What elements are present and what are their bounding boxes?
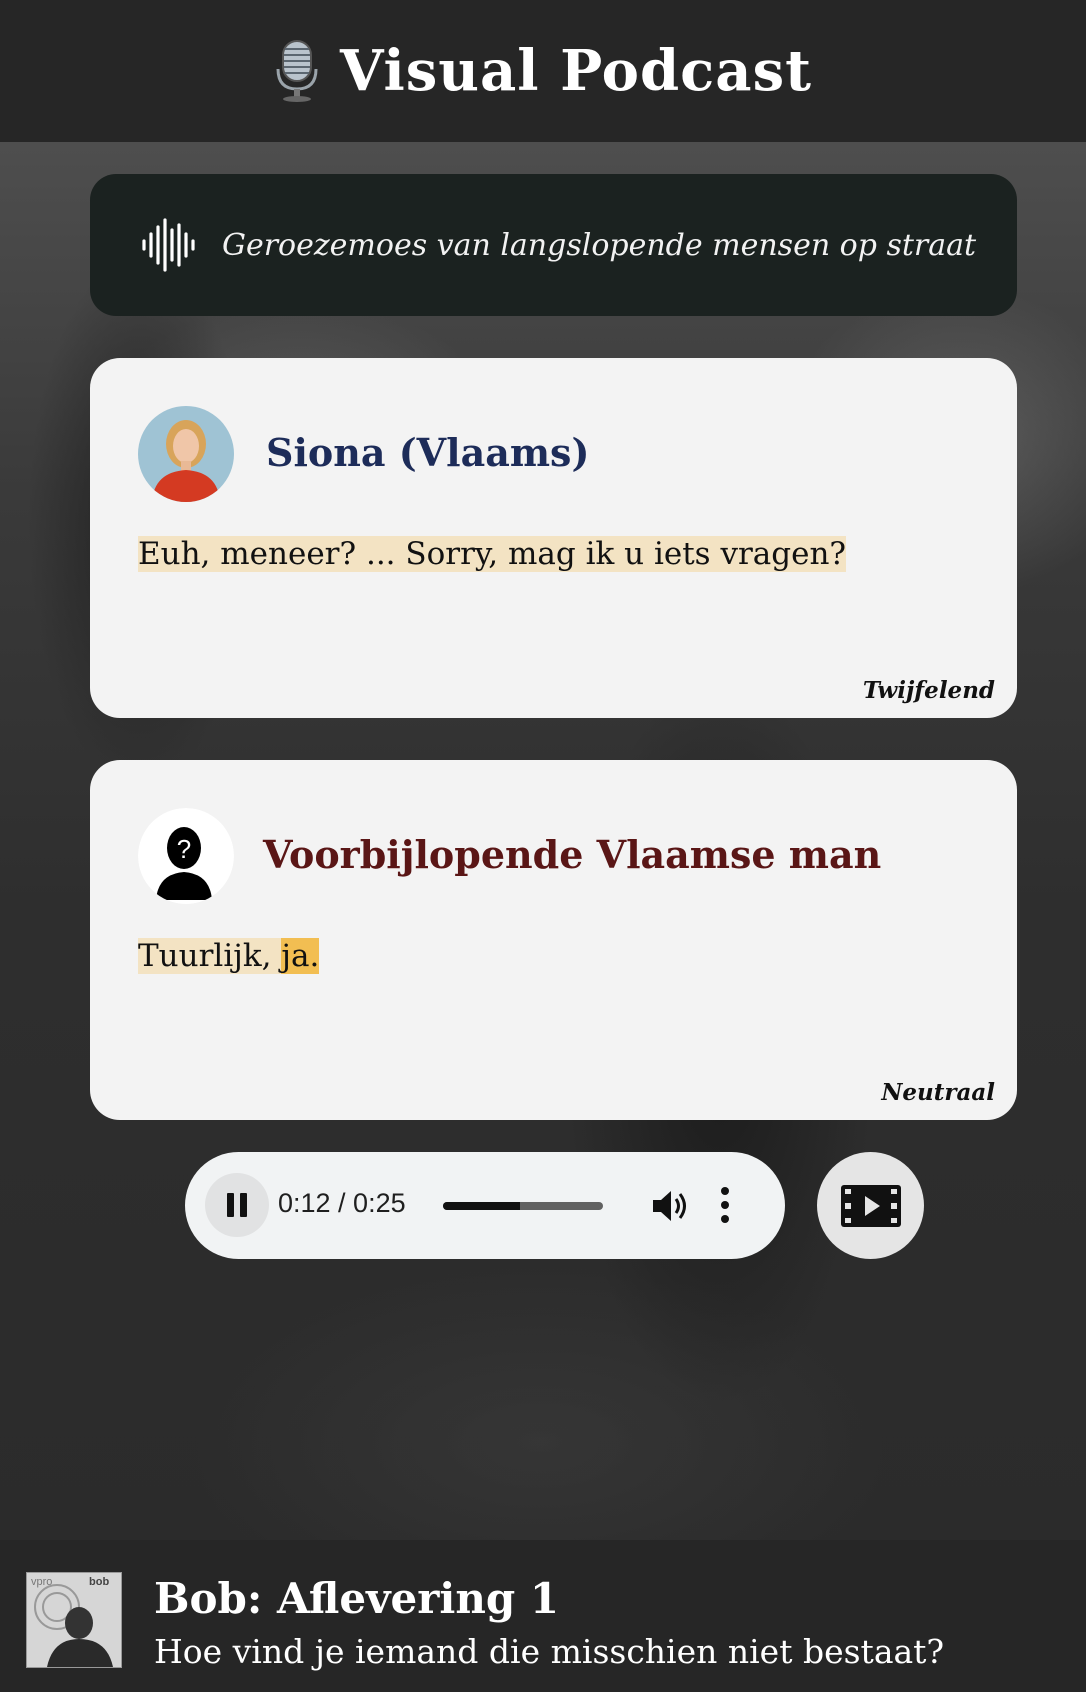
progress-bar[interactable]: [443, 1202, 603, 1210]
dialogue-line: Euh, meneer? ... Sorry, mag ik u iets vr…: [138, 536, 847, 572]
speaker-avatar: [138, 406, 234, 502]
svg-text:?: ?: [177, 834, 191, 864]
episode-subtitle: Hoe vind je iemand die misschien niet be…: [154, 1632, 945, 1671]
dialogue-line: Tuurlijk, ja.: [138, 938, 320, 974]
unknown-person-avatar: ?: [138, 808, 234, 904]
emotion-label: Neutraal: [881, 1079, 995, 1106]
app-header: Visual Podcast: [0, 0, 1086, 142]
ambient-sound-banner: Geroezemoes van langslopende mensen op s…: [90, 174, 1017, 316]
audio-player: 0:12 / 0:25: [185, 1152, 785, 1259]
microphone-icon: [276, 40, 318, 102]
thumbnail-label-vpro: vpro: [31, 1576, 52, 1588]
now-playing-bar: vpro bob Bob: Aflevering 1 Hoe vind je i…: [0, 1540, 1086, 1692]
video-button[interactable]: [817, 1152, 924, 1259]
episode-title: Bob: Aflevering 1: [154, 1574, 560, 1623]
ambient-sound-description: Geroezemoes van langslopende mensen op s…: [222, 227, 977, 263]
dialogue-text: Euh, meneer? ... Sorry, mag ik u iets vr…: [138, 536, 847, 572]
sound-wave-icon: [142, 218, 195, 272]
playback-time: 0:12 / 0:25: [278, 1188, 406, 1218]
thumbnail-label-bob: bob: [89, 1576, 109, 1588]
dialogue-text-spoken: Tuurlijk,: [138, 938, 282, 974]
dialogue-text-current-word: ja.: [281, 938, 320, 974]
film-icon: [840, 1184, 901, 1227]
emotion-label: Twijfelend: [862, 677, 995, 704]
volume-icon[interactable]: [649, 1186, 689, 1226]
dialogue-card: Siona (Vlaams) Euh, meneer? ... Sorry, m…: [90, 358, 1017, 718]
episode-thumbnail[interactable]: vpro bob: [26, 1572, 122, 1668]
app-title: Visual Podcast: [340, 38, 812, 104]
speaker-name: Voorbijlopende Vlaamse man: [263, 832, 882, 877]
progress-fill: [443, 1202, 520, 1210]
pause-icon: [227, 1193, 247, 1217]
speaker-name: Siona (Vlaams): [266, 430, 590, 475]
pause-button[interactable]: [205, 1173, 269, 1237]
more-options-icon[interactable]: [717, 1182, 733, 1228]
dialogue-card: ? Voorbijlopende Vlaamse man Tuurlijk, j…: [90, 760, 1017, 1120]
